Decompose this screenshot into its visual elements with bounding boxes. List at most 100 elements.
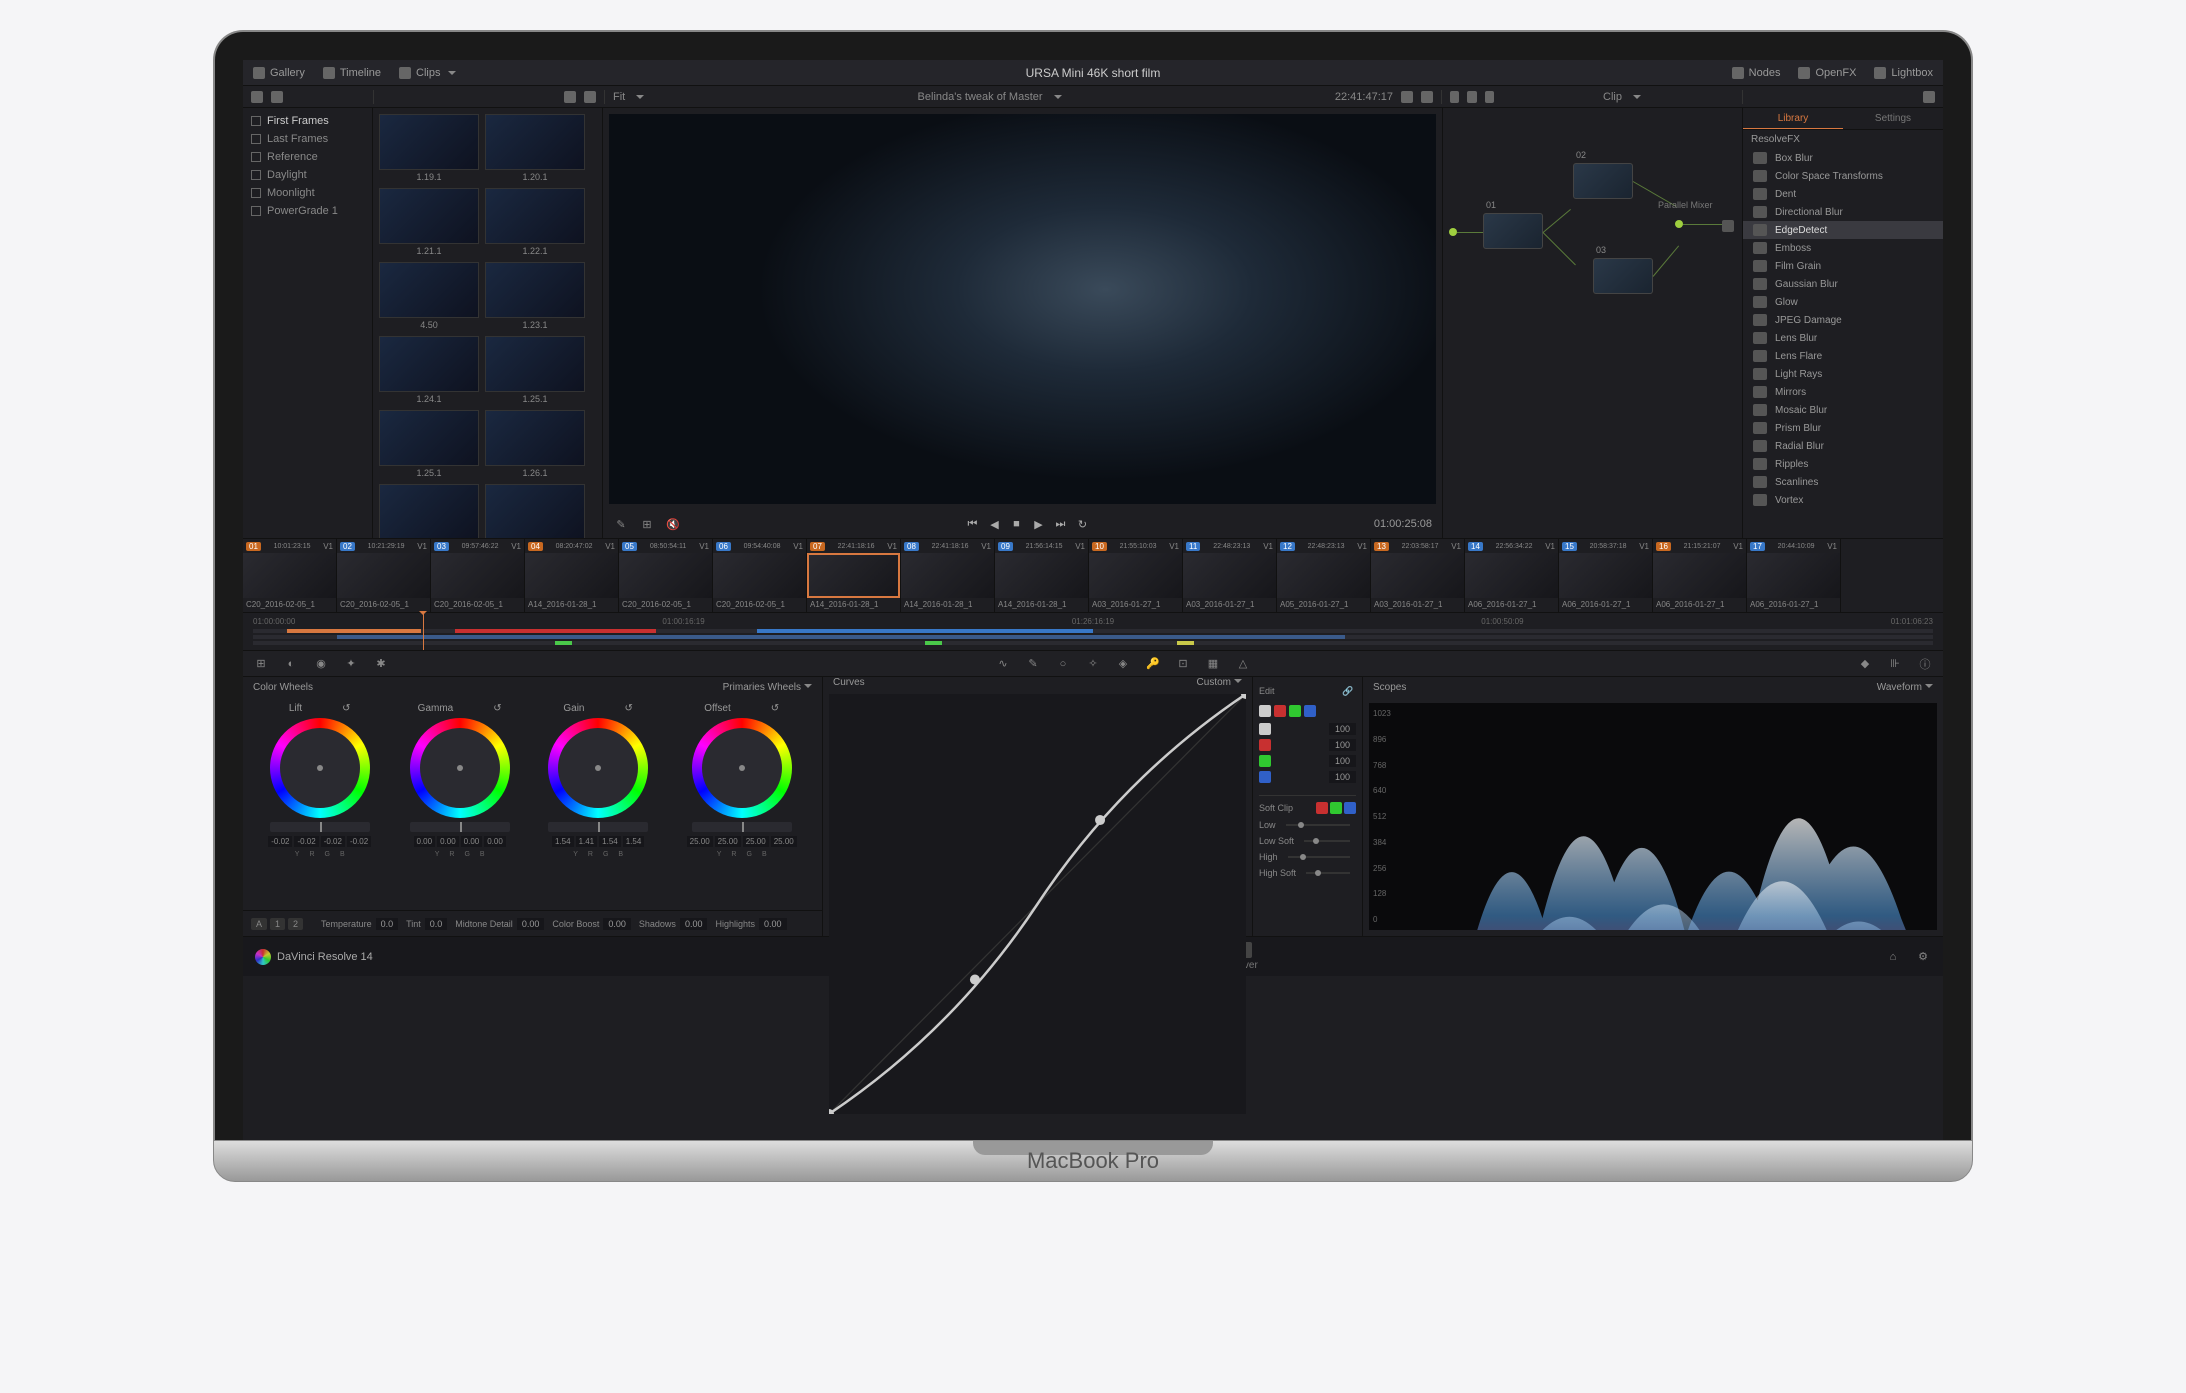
info-icon[interactable]: ⓘ [1917,656,1933,672]
primaries-mode-dropdown[interactable]: Primaries Wheels [723,682,801,693]
graph-output[interactable] [1722,220,1734,232]
color-wheel[interactable] [548,718,648,818]
still-thumbnail[interactable]: 1.24.1 [379,336,479,404]
curves-mode-dropdown[interactable]: Custom [1197,677,1231,688]
clip-thumbnail-strip[interactable]: 0110:01:23:15V1C20_2016-02-05_10210:21:2… [243,538,1943,612]
node-mode-dropdown[interactable]: Clip [1603,91,1622,103]
viewer-clip-dropdown[interactable]: Belinda's tweak of Master [918,91,1043,103]
master-slider[interactable] [410,822,510,832]
parallel-mixer-node[interactable] [1675,220,1683,228]
still-thumbnail[interactable]: 1.27.1 [379,484,479,538]
node-02[interactable]: 02 [1573,163,1633,199]
picker-icon[interactable]: ✎ [613,516,629,532]
link-icon[interactable]: 🔗 [1340,683,1356,699]
fx-item[interactable]: EdgeDetect [1743,221,1943,239]
play-button[interactable]: ▶ [1030,517,1046,531]
page-pill[interactable]: 1 [270,918,285,930]
clip-tile[interactable]: 1720:44:10:09V1A06_2016-01-27_1 [1747,539,1841,612]
wheel-value[interactable]: 1.54 [599,836,621,847]
fx-item[interactable]: Box Blur [1743,149,1943,167]
expand-icon[interactable] [584,91,596,103]
fx-item[interactable]: Glow [1743,293,1943,311]
clip-tile[interactable]: 1322:03:58:17V1A03_2016-01-27_1 [1371,539,1465,612]
wheel-value[interactable]: 25.00 [715,836,741,847]
keyframe-icon[interactable]: ◆ [1857,656,1873,672]
wheel-value[interactable]: 1.41 [576,836,598,847]
clip-tile[interactable]: 0110:01:23:15V1C20_2016-02-05_1 [243,539,337,612]
viewer-canvas[interactable] [609,114,1436,504]
scopes-icon[interactable]: ⊪ [1887,656,1903,672]
fx-item[interactable]: Color Space Transforms [1743,167,1943,185]
softclip-g-chip[interactable] [1330,802,1342,814]
still-thumbnail[interactable]: 1.26.1 [485,410,585,478]
fx-item[interactable]: Prism Blur [1743,419,1943,437]
channel-value[interactable]: 100 [1329,771,1356,783]
wheel-value[interactable]: -0.02 [294,836,318,847]
stereo-icon[interactable]: ▦ [1205,656,1221,672]
color-wheel[interactable] [410,718,510,818]
scopes-mode-dropdown[interactable]: Waveform [1877,682,1922,693]
softclip-slider[interactable] [1286,824,1350,826]
home-icon[interactable]: ⌂ [1885,949,1901,965]
clip-tile[interactable]: 1520:58:37:18V1A06_2016-01-27_1 [1559,539,1653,612]
warning-icon[interactable]: △ [1235,656,1251,672]
clip-tile[interactable]: 0210:21:29:19V1C20_2016-02-05_1 [337,539,431,612]
fit-dropdown[interactable]: Fit [613,91,625,103]
waveform-scope[interactable]: 10238967686405123842561280 [1369,703,1937,930]
rgb-mixer-icon[interactable]: ✦ [343,656,359,672]
softclip-slider[interactable] [1304,840,1350,842]
softclip-slider[interactable] [1306,872,1350,874]
gallery-item[interactable]: Daylight [243,166,372,184]
wheel-value[interactable]: 0.00 [414,836,436,847]
channel-value[interactable]: 100 [1329,755,1356,767]
wheel-value[interactable]: 0.00 [484,836,506,847]
clip-tile[interactable]: 0921:56:14:15V1A14_2016-01-28_1 [995,539,1089,612]
node-graph[interactable]: 01 02 03 Parallel Mixer [1443,108,1743,538]
clip-tile[interactable]: 1122:48:23:13V1A03_2016-01-27_1 [1183,539,1277,612]
channel-chip-r[interactable] [1274,705,1286,717]
motion-icon[interactable]: ✱ [373,656,389,672]
view-list-icon[interactable] [251,91,263,103]
gallery-toggle[interactable]: Gallery [253,67,305,79]
wheel-value[interactable]: 25.00 [771,836,797,847]
highlights-value[interactable]: 0.00 [759,918,787,930]
clip-tile[interactable]: 0722:41:18:16V1A14_2016-01-28_1 [807,539,901,612]
clip-tile[interactable]: 1422:56:34:22V1A06_2016-01-27_1 [1465,539,1559,612]
clip-tile[interactable]: 0822:41:18:16V1A14_2016-01-28_1 [901,539,995,612]
gallery-item[interactable]: First Frames [243,112,372,130]
camera-raw-icon[interactable]: ⊞ [253,656,269,672]
next-frame-button[interactable]: ⏭ [1052,517,1068,531]
tracker-icon[interactable]: ✧ [1085,656,1101,672]
fx-item[interactable]: JPEG Damage [1743,311,1943,329]
fx-item[interactable]: Emboss [1743,239,1943,257]
wheel-value[interactable]: 1.54 [552,836,574,847]
color-wheel[interactable] [270,718,370,818]
clips-toggle[interactable]: Clips [399,67,456,79]
curve-editor[interactable] [829,694,1246,1114]
fx-item[interactable]: Vortex [1743,491,1943,509]
still-thumbnail[interactable]: 1.20.1 [485,114,585,182]
page-pill[interactable]: A [251,918,267,930]
timeline-toggle[interactable]: Timeline [323,67,381,79]
loop-button[interactable]: ↻ [1074,517,1090,531]
clip-tile[interactable]: 1222:48:23:13V1A05_2016-01-27_1 [1277,539,1371,612]
master-slider[interactable] [692,822,792,832]
still-thumbnail[interactable]: 1.21.1 [379,188,479,256]
blur-icon[interactable]: ◈ [1115,656,1131,672]
gallery-item[interactable]: Last Frames [243,130,372,148]
lightbox-toggle[interactable]: Lightbox [1874,67,1933,79]
fx-item[interactable]: Mosaic Blur [1743,401,1943,419]
channel-chip-y[interactable] [1259,705,1271,717]
zoom-icon[interactable] [564,91,576,103]
settings-gear-icon[interactable]: ⚙ [1915,949,1931,965]
shadows-value[interactable]: 0.00 [680,918,708,930]
search-icon[interactable] [1923,91,1935,103]
node-01[interactable]: 01 [1483,213,1543,249]
page-pill[interactable]: 2 [288,918,303,930]
softclip-b-chip[interactable] [1344,802,1356,814]
midtone-value[interactable]: 0.00 [517,918,545,930]
colorboost-value[interactable]: 0.00 [603,918,631,930]
qualifier-icon[interactable]: ✎ [1025,656,1041,672]
still-thumbnail[interactable]: 1.25.1 [485,336,585,404]
fx-item[interactable]: Mirrors [1743,383,1943,401]
